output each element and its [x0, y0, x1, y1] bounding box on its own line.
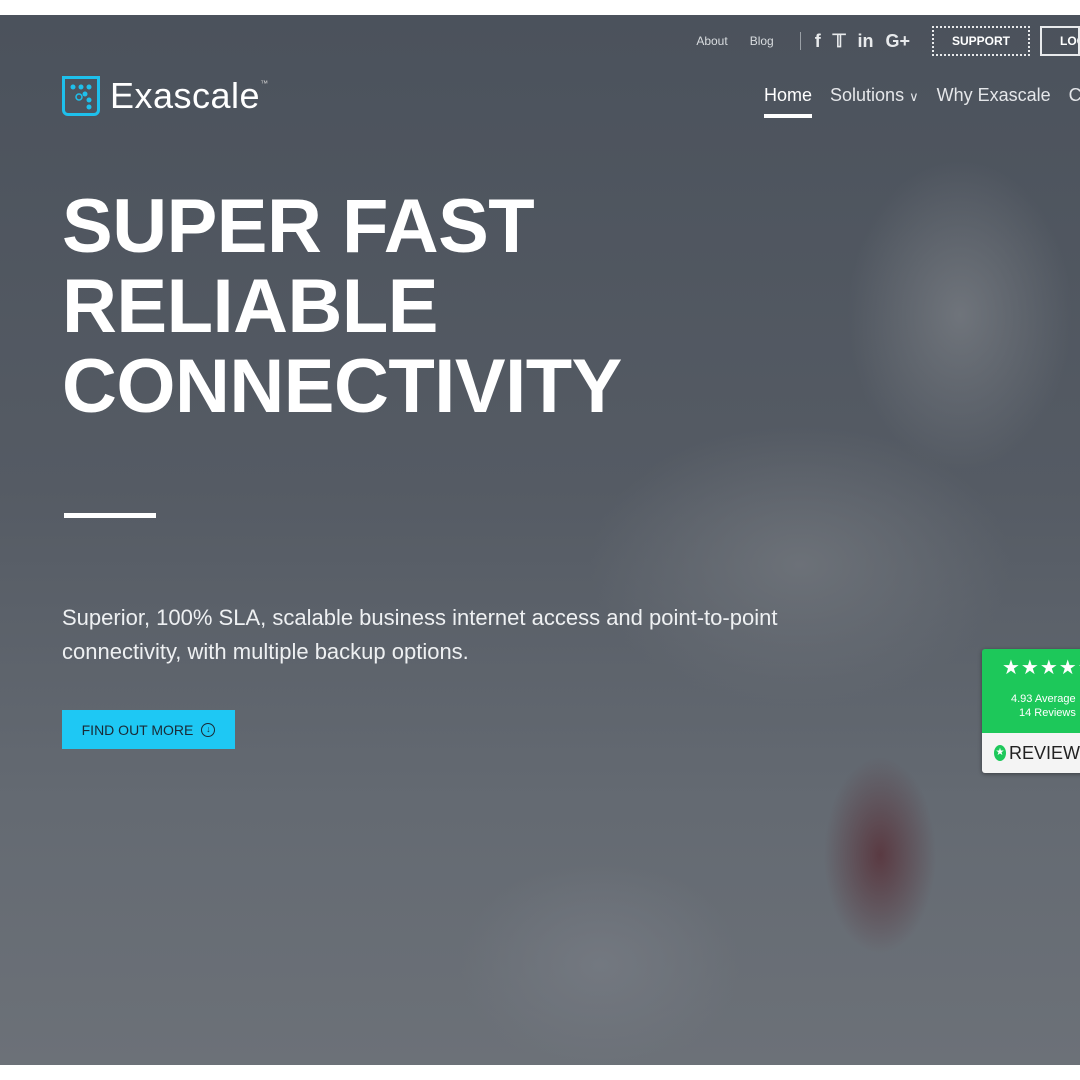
find-out-more-button[interactable]: FIND OUT MORE ↓: [62, 710, 235, 749]
about-link[interactable]: About: [696, 34, 727, 48]
hero-subtitle: Superior, 100% SLA, scalable business in…: [62, 605, 778, 664]
nav-solutions[interactable]: Solutions ∨: [830, 85, 919, 118]
star-icon: ★: [994, 745, 1006, 761]
review-average: 4.93 Average: [1011, 693, 1076, 705]
logo-text: Exascale: [110, 75, 261, 116]
login-button[interactable]: LOGIN: [1040, 26, 1080, 56]
google-plus-icon[interactable]: G+: [885, 31, 910, 52]
hero-title: SUPER FAST RELIABLE CONNECTIVITY: [62, 187, 622, 427]
chevron-down-icon: ∨: [909, 89, 919, 104]
title-line: SUPER FAST: [62, 184, 535, 269]
review-count: 14 Reviews: [1019, 707, 1076, 719]
main-nav: Home Solutions ∨ Why Exascale Contact: [764, 85, 1080, 118]
linkedin-icon[interactable]: in: [857, 31, 873, 52]
blog-link[interactable]: Blog: [750, 34, 774, 48]
hero-section: About Blog f 𝕋 in G+ SUPPORT LOGIN Exasc…: [0, 15, 1080, 1065]
top-bar: About Blog f 𝕋 in G+ SUPPORT LOGIN: [696, 26, 1080, 56]
nav-why-exascale[interactable]: Why Exascale: [937, 85, 1051, 118]
star-rating: ★★★★★: [1002, 657, 1080, 679]
reviews-brand: REVIEWS: [1008, 742, 1080, 763]
title-line: RELIABLE: [62, 264, 438, 349]
nav-contact[interactable]: Contact: [1069, 85, 1080, 118]
button-label: FIND OUT MORE: [81, 721, 194, 738]
divider: [64, 513, 156, 518]
logo[interactable]: Exascale ™: [62, 75, 268, 117]
support-button[interactable]: SUPPORT: [931, 26, 1030, 56]
arrow-down-circle-icon: ↓: [201, 722, 216, 737]
reviews-widget[interactable]: ★★★★★ 4.93 Average 14 Reviews ★REVIEWS: [982, 649, 1080, 773]
facebook-icon[interactable]: f: [815, 31, 821, 52]
logo-icon: [62, 76, 100, 116]
nav-home[interactable]: Home: [764, 85, 813, 118]
trademark: ™: [260, 79, 269, 88]
nav-label: Solutions: [830, 85, 905, 105]
divider: [799, 32, 801, 50]
title-line: CONNECTIVITY: [62, 344, 622, 429]
twitter-icon[interactable]: 𝕋: [833, 31, 846, 52]
